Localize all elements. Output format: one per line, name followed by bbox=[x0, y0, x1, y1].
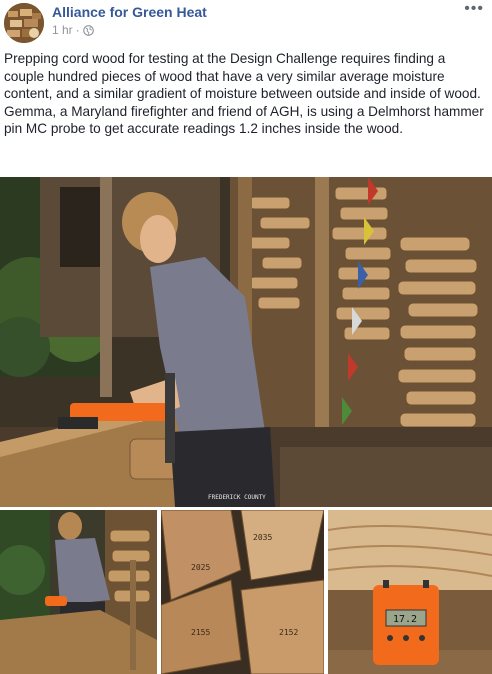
thumbnail-image-3: 17.2 bbox=[328, 510, 492, 674]
page-avatar[interactable] bbox=[4, 3, 44, 43]
main-photo-image: FREDERICK COUNTY bbox=[0, 177, 492, 507]
log-label-1: 2035 bbox=[253, 533, 272, 542]
thumbnail-photo-1[interactable] bbox=[0, 510, 157, 674]
thumbnail-photo-3[interactable]: 17.2 bbox=[328, 510, 492, 674]
thumbnail-photo-2[interactable]: 2035 2025 2155 2152 bbox=[161, 510, 324, 674]
log-label-2: 2025 bbox=[191, 563, 210, 572]
main-photo[interactable]: FREDERICK COUNTY bbox=[0, 177, 492, 507]
meter-reading: 17.2 bbox=[393, 614, 417, 625]
photo-grid: 2035 2025 2155 2152 17.2 bbox=[0, 510, 492, 674]
avatar-image bbox=[4, 3, 44, 43]
post-text: Prepping cord wood for testing at the De… bbox=[4, 51, 484, 137]
shirt-print-text: FREDERICK COUNTY bbox=[208, 494, 266, 501]
log-label-3: 2155 bbox=[191, 628, 210, 637]
thumbnail-image-2: 2035 2025 2155 2152 bbox=[161, 510, 324, 674]
meta-separator: · bbox=[75, 23, 80, 37]
globe-icon[interactable] bbox=[82, 24, 94, 36]
more-options-icon[interactable]: ••• bbox=[464, 1, 484, 17]
post-timestamp[interactable]: 1 hr bbox=[52, 23, 73, 37]
thumbnail-image-1 bbox=[0, 510, 157, 674]
page-name-link[interactable]: Alliance for Green Heat bbox=[52, 4, 207, 20]
post-header: Alliance for Green Heat 1 hr · ••• bbox=[0, 0, 492, 44]
log-label-4: 2152 bbox=[279, 628, 298, 637]
post-meta: 1 hr · bbox=[52, 23, 94, 37]
